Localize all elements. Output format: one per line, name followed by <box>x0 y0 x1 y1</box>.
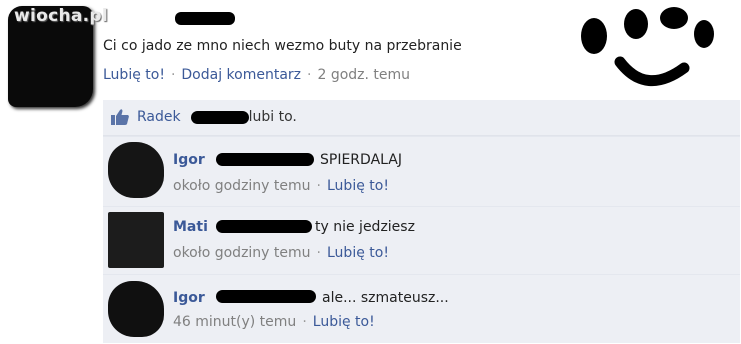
watermark: wiocha.pl <box>14 6 109 26</box>
comment: Mati ty nie jedziesz około godziny temu ·… <box>103 206 740 274</box>
author-name-redaction <box>175 12 235 25</box>
likes-row: Radek lubi to. <box>103 100 740 136</box>
separator: · <box>316 245 321 261</box>
comment-time[interactable]: około godziny temu <box>173 178 311 194</box>
liker-name-link[interactable]: Radek <box>137 109 181 125</box>
comment-time[interactable]: około godziny temu <box>173 245 311 261</box>
comment-like-link[interactable]: Lubię to! <box>327 245 389 261</box>
thumbs-up-icon <box>111 109 129 125</box>
commenter-avatar[interactable] <box>108 212 164 268</box>
commenter-name[interactable]: Mati <box>173 219 208 235</box>
post-timestamp[interactable]: 2 godz. temu <box>317 67 410 83</box>
separator: · <box>316 178 321 194</box>
comment-text: SPIERDALAJ <box>320 152 402 168</box>
comment-like-link[interactable]: Lubię to! <box>313 314 375 330</box>
commenter-surname-redaction <box>216 220 312 233</box>
smiley-doodle <box>581 7 714 86</box>
add-comment-link[interactable]: Dodaj komentarz <box>181 67 301 83</box>
comment-meta: około godziny temu · Lubię to! <box>173 178 389 194</box>
separator: · <box>170 67 176 83</box>
comment-text: ale... szmateusz... <box>322 290 449 306</box>
commenter-surname-redaction <box>216 153 314 166</box>
commenter-name[interactable]: Igor <box>173 290 205 306</box>
feedback-box: Radek lubi to. Igor SPIERDALAJ około godz… <box>103 100 740 343</box>
liker-surname-redaction <box>191 111 249 124</box>
comment-text: ty nie jedziesz <box>315 219 415 235</box>
post-like-link[interactable]: Lubię to! <box>103 67 165 83</box>
comment-meta: 46 minut(y) temu · Lubię to! <box>173 314 375 330</box>
comment-meta: około godziny temu · Lubię to! <box>173 245 389 261</box>
likes-suffix: lubi to. <box>248 109 297 125</box>
commenter-avatar[interactable] <box>108 281 164 337</box>
separator: · <box>302 314 307 330</box>
comment: Igor SPIERDALAJ około godziny temu · Lubię… <box>103 136 740 206</box>
post-text: Ci co jado ze mno niech wezmo buty na pr… <box>103 38 462 54</box>
commenter-avatar[interactable] <box>108 142 164 198</box>
separator: · <box>307 67 312 83</box>
comment-like-link[interactable]: Lubię to! <box>327 178 389 194</box>
commenter-surname-redaction <box>216 290 316 303</box>
post-meta: Lubię to! · Dodaj komentarz · 2 godz. temu <box>103 67 410 83</box>
commenter-name[interactable]: Igor <box>173 152 205 168</box>
comment: Igor ale... szmateusz... 46 minut(y) tem… <box>103 274 740 344</box>
comment-time[interactable]: 46 minut(y) temu <box>173 314 296 330</box>
